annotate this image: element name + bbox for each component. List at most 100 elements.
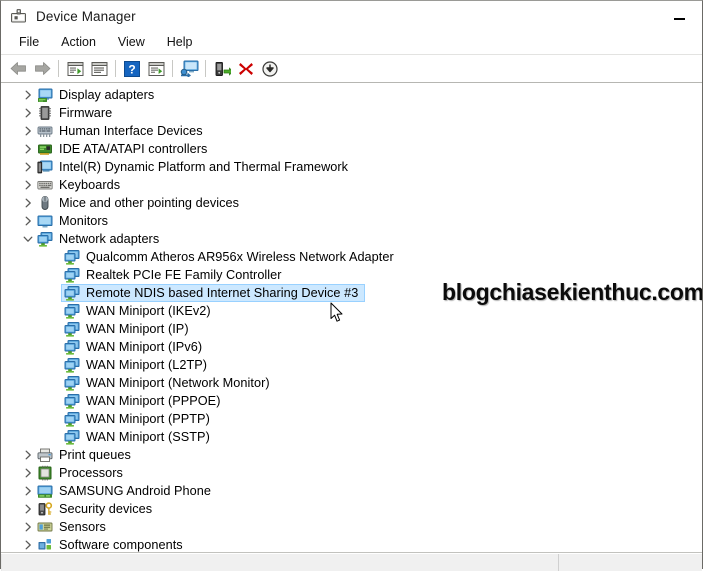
chevron-right-icon[interactable] [20,159,36,175]
down-circle-icon [262,60,278,77]
tree-item-label: Sensors [59,520,106,534]
tree-item[interactable]: Human Interface Devices [1,122,702,140]
menu-help[interactable]: Help [156,33,204,52]
tree-item[interactable]: Security devices [1,500,702,518]
tree-item-label: Firmware [59,106,113,120]
toolbar-separator-3 [172,60,173,77]
tree-item-label: WAN Miniport (L2TP) [86,358,208,372]
window-green-icon [67,61,83,76]
monitor-icon [36,213,53,229]
network-adapter-icon [63,375,80,391]
svg-text:?: ? [128,62,135,76]
toolbar: ? [1,55,702,83]
window-play-icon [148,61,164,76]
device-tree-pane[interactable]: Display adapters Firmware Human Interface … [1,83,702,553]
tree-item[interactable]: SAMSUNG Android Phone [1,482,702,500]
menu-file[interactable]: File [8,33,50,52]
tree-item[interactable]: Remote NDIS based Internet Sharing Devic… [1,284,702,302]
tree-item[interactable]: Display adapters [1,86,702,104]
tree-item-label: Processors [59,466,123,480]
menu-view[interactable]: View [107,33,156,52]
help-icon: ? [124,60,140,77]
tree-item-label: SAMSUNG Android Phone [59,484,211,498]
tree-item-label: Print queues [59,448,131,462]
tree-item-label: Display adapters [59,88,155,102]
tree-item-label: Human Interface Devices [59,124,203,138]
tree-item[interactable]: WAN Miniport (PPTP) [1,410,702,428]
chevron-right-icon[interactable] [20,465,36,481]
tree-item[interactable]: Processors [1,464,702,482]
chevron-right-icon[interactable] [20,105,36,121]
tree-item[interactable]: WAN Miniport (PPPOE) [1,392,702,410]
forward-button[interactable] [30,57,54,80]
tree-item[interactable]: Print queues [1,446,702,464]
chevron-right-icon[interactable] [20,87,36,103]
tree-item[interactable]: IDE ATA/ATAPI controllers [1,140,702,158]
horizontal-scrollbar-thumb[interactable] [1,554,559,571]
help-button[interactable]: ? [120,57,144,80]
tree-item[interactable]: Keyboards [1,176,702,194]
tree-item[interactable]: Firmware [1,104,702,122]
chevron-right-icon[interactable] [20,213,36,229]
network-adapter-icon [63,411,80,427]
properties-button[interactable] [87,57,111,80]
tree-item[interactable]: Sensors [1,518,702,536]
tree-item[interactable]: Mice and other pointing devices [1,194,702,212]
processor-icon [36,465,53,481]
device-tree: Display adapters Firmware Human Interface … [1,86,702,552]
tree-item[interactable]: WAN Miniport (L2TP) [1,356,702,374]
tree-item[interactable]: Monitors [1,212,702,230]
update-driver-button[interactable] [144,57,168,80]
chevron-right-icon[interactable] [20,537,36,552]
back-icon [10,62,26,75]
network-adapter-icon [63,267,80,283]
tree-item[interactable]: WAN Miniport (SSTP) [1,428,702,446]
network-adapter-icon [63,339,80,355]
chevron-down-icon[interactable] [20,231,36,247]
network-adapter-icon [63,303,80,319]
network-adapter-icon [63,285,80,301]
chevron-right-icon[interactable] [20,141,36,157]
hid-icon [36,123,53,139]
chevron-right-icon[interactable] [20,123,36,139]
tree-item[interactable]: Qualcomm Atheros AR956x Wireless Network… [1,248,702,266]
tree-item-label: Security devices [59,502,153,516]
chevron-right-icon[interactable] [20,483,36,499]
minimize-button[interactable] [657,1,702,31]
disable-device-button[interactable] [258,57,282,80]
sensor-icon [36,519,53,535]
back-button[interactable] [6,57,30,80]
chevron-right-icon[interactable] [20,447,36,463]
tree-item-label: Keyboards [59,178,121,192]
software-component-icon [36,537,53,552]
uninstall-device-button[interactable] [234,57,258,80]
menu-action[interactable]: Action [50,33,107,52]
chevron-right-icon[interactable] [20,177,36,193]
forward-icon [34,62,50,75]
scan-hardware-changes-button[interactable] [177,57,201,80]
tree-item[interactable]: Software components [1,536,702,552]
tree-item[interactable]: WAN Miniport (IKEv2) [1,302,702,320]
tree-item-label: WAN Miniport (IPv6) [86,340,203,354]
network-adapter-icon [63,249,80,265]
tree-item[interactable]: WAN Miniport (IPv6) [1,338,702,356]
tree-item[interactable]: Realtek PCIe FE Family Controller [1,266,702,284]
tree-item-label: Network adapters [59,232,160,246]
thermal-framework-icon [36,159,53,175]
tree-item-label: WAN Miniport (IP) [86,322,189,336]
network-adapter-icon [63,393,80,409]
chevron-right-icon[interactable] [20,195,36,211]
tree-item-label: IDE ATA/ATAPI controllers [59,142,208,156]
tree-item[interactable]: WAN Miniport (Network Monitor) [1,374,702,392]
chevron-right-icon[interactable] [20,519,36,535]
toolbar-separator-2 [115,60,116,77]
chevron-right-icon[interactable] [20,501,36,517]
tree-item-label: WAN Miniport (IKEv2) [86,304,211,318]
install-legacy-hardware-button[interactable] [210,57,234,80]
tree-item[interactable]: Network adapters [1,230,702,248]
horizontal-scrollbar-track[interactable] [559,554,702,571]
tree-item[interactable]: WAN Miniport (IP) [1,320,702,338]
tree-item[interactable]: Intel(R) Dynamic Platform and Thermal Fr… [1,158,702,176]
horizontal-scrollbar[interactable] [1,553,702,571]
show-hidden-devices-button[interactable] [63,57,87,80]
